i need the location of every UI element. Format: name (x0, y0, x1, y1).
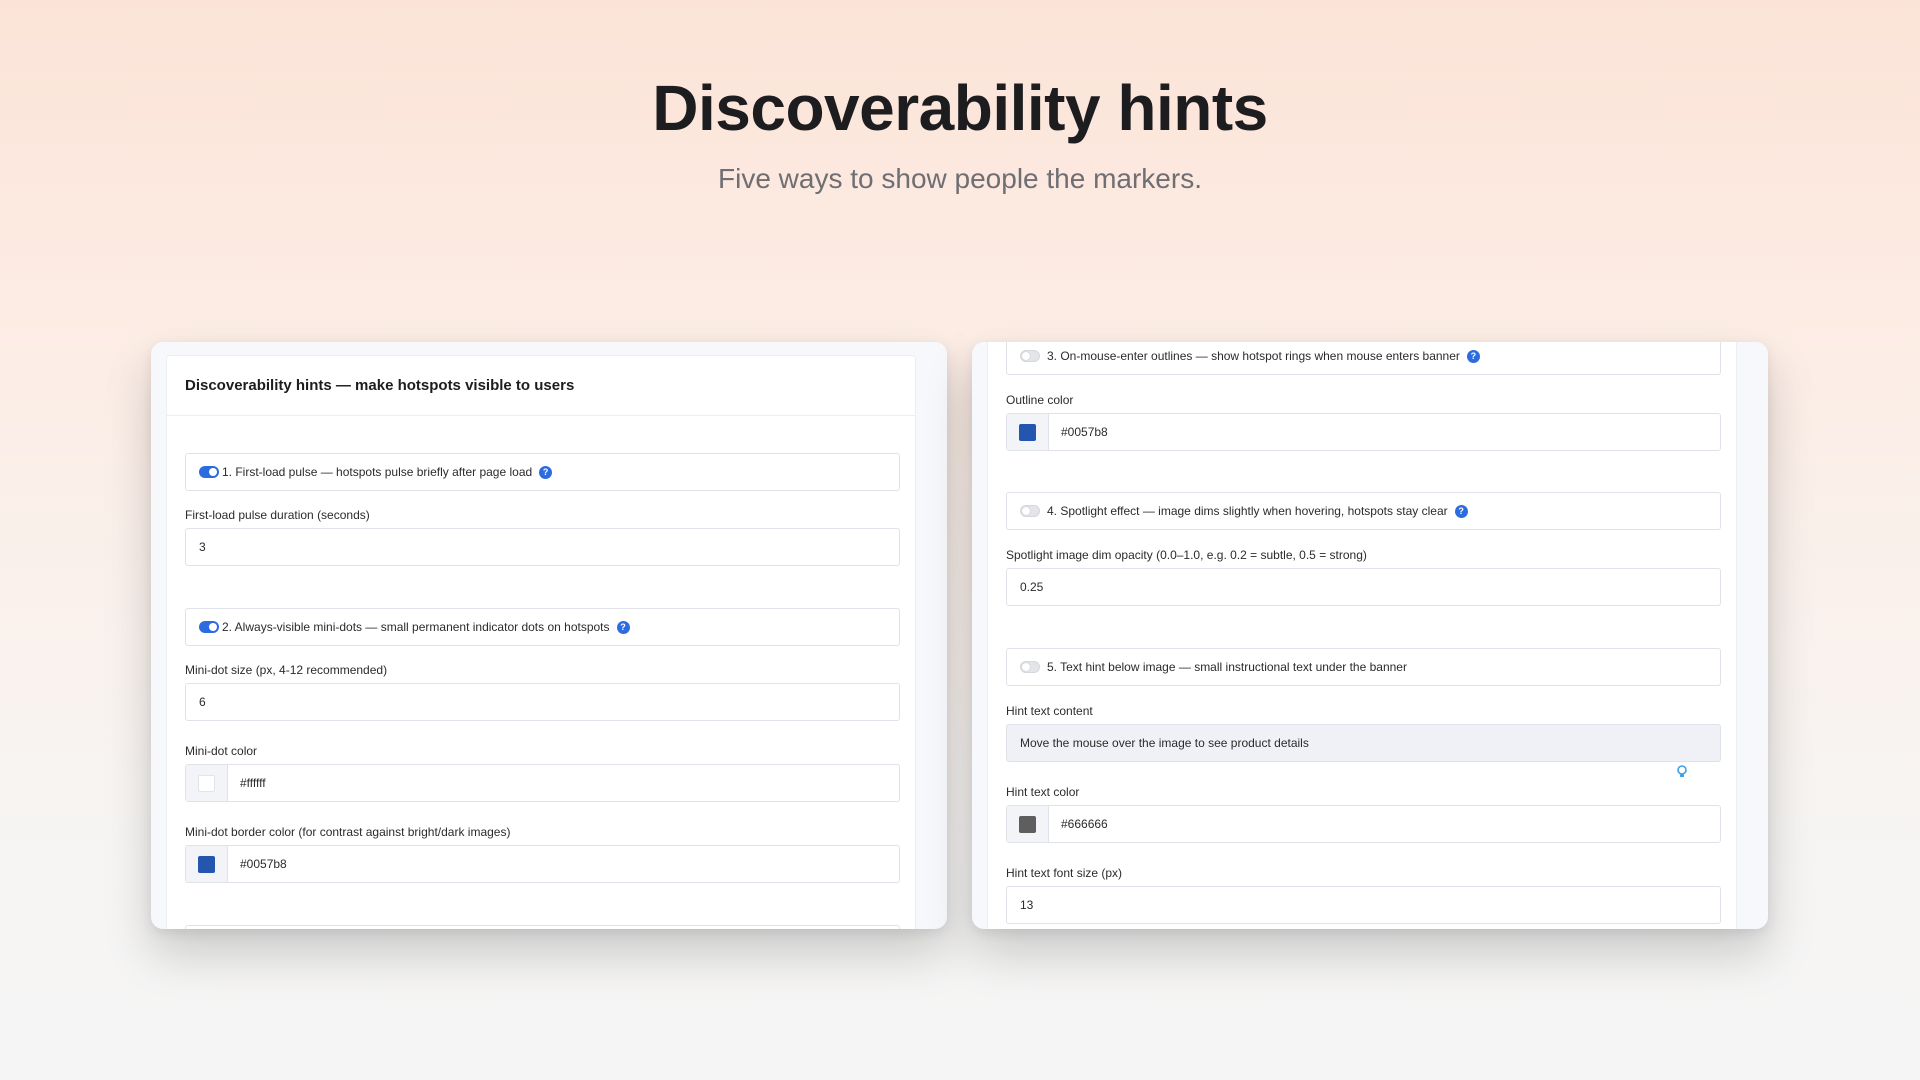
first-load-pulse-label: 1. First-load pulse — hotspots pulse bri… (222, 465, 533, 479)
question-circle-icon[interactable]: ? (1466, 349, 1480, 363)
page-title: Discoverability hints (652, 72, 1268, 144)
dot-color-field[interactable]: #ffffff (185, 764, 900, 802)
hero: Discoverability hints Five ways to show … (0, 70, 1920, 196)
mouse-enter-outlines-toggle[interactable] (1020, 350, 1040, 362)
outline-color-value: #0057b8 (1061, 425, 1108, 439)
color-swatch-button[interactable] (1007, 806, 1049, 842)
first-load-pulse-row: 1. First-load pulse — hotspots pulse bri… (185, 453, 900, 491)
text-hint-label: 5. Text hint below image — small instruc… (1047, 660, 1407, 674)
hint-color-label: Hint text color (1006, 785, 1080, 799)
first-load-pulse-toggle[interactable] (199, 466, 219, 478)
dot-border-color-label: Mini-dot border color (for contrast agai… (185, 825, 511, 839)
pulse-duration-input[interactable]: 3 (185, 528, 900, 566)
question-circle-icon[interactable]: ? (616, 620, 630, 634)
settings-card-continued: 3. On-mouse-enter outlines — show hotspo… (987, 342, 1737, 929)
page-subtitle: Five ways to show people the markers. (718, 163, 1202, 194)
dot-size-input[interactable]: 6 (185, 683, 900, 721)
hint-text-label: Hint text content (1006, 704, 1093, 718)
hint-font-size-input[interactable]: 13 (1006, 886, 1721, 924)
mini-dots-label: 2. Always-visible mini-dots — small perm… (222, 620, 610, 634)
color-swatch (198, 855, 215, 873)
hint-color-field[interactable]: #666666 (1006, 805, 1721, 843)
hint-text-input[interactable]: Move the mouse over the image to see pro… (1006, 724, 1721, 762)
dot-border-color-field[interactable]: #0057b8 (185, 845, 900, 883)
color-swatch-button[interactable] (1007, 414, 1049, 450)
outline-color-label: Outline color (1006, 393, 1074, 407)
right-screenshot-panel: 3. On-mouse-enter outlines — show hotspo… (972, 342, 1768, 929)
spotlight-row: 4. Spotlight effect — image dims slightl… (1006, 492, 1721, 530)
question-circle-icon[interactable]: ? (539, 465, 553, 479)
text-hint-toggle[interactable] (1020, 661, 1040, 673)
next-option-row (185, 925, 900, 929)
mouse-enter-outlines-label: 3. On-mouse-enter outlines — show hotspo… (1047, 349, 1460, 363)
mini-dots-row: 2. Always-visible mini-dots — small perm… (185, 608, 900, 646)
question-circle-icon[interactable]: ? (1454, 504, 1468, 518)
color-swatch-button[interactable] (186, 846, 228, 882)
spotlight-opacity-label: Spotlight image dim opacity (0.0–1.0, e.… (1006, 548, 1367, 562)
text-hint-row: 5. Text hint below image — small instruc… (1006, 648, 1721, 686)
color-swatch (1019, 423, 1036, 441)
left-screenshot-panel: Discoverability hints — make hotspots vi… (151, 342, 947, 929)
mini-dots-toggle[interactable] (199, 621, 219, 633)
color-swatch (1019, 815, 1036, 833)
settings-card: Discoverability hints — make hotspots vi… (166, 355, 916, 929)
color-swatch (198, 774, 215, 792)
spotlight-toggle[interactable] (1020, 505, 1040, 517)
outline-color-field[interactable]: #0057b8 (1006, 413, 1721, 451)
dot-size-label: Mini-dot size (px, 4-12 recommended) (185, 663, 388, 677)
spotlight-label: 4. Spotlight effect — image dims slightl… (1047, 504, 1448, 518)
dot-border-color-value: #0057b8 (240, 857, 287, 871)
dot-color-label: Mini-dot color (185, 744, 258, 758)
hint-color-value: #666666 (1061, 817, 1108, 831)
card-title: Discoverability hints — make hotspots vi… (167, 356, 915, 416)
color-swatch-button[interactable] (186, 765, 228, 801)
hint-font-size-label: Hint text font size (px) (1006, 866, 1123, 880)
dot-color-value: #ffffff (240, 776, 266, 790)
pulse-duration-label: First-load pulse duration (seconds) (185, 508, 370, 522)
spotlight-opacity-input[interactable]: 0.25 (1006, 568, 1721, 606)
lightbulb-icon[interactable] (1676, 765, 1688, 779)
mouse-enter-outlines-row: 3. On-mouse-enter outlines — show hotspo… (1006, 342, 1721, 375)
